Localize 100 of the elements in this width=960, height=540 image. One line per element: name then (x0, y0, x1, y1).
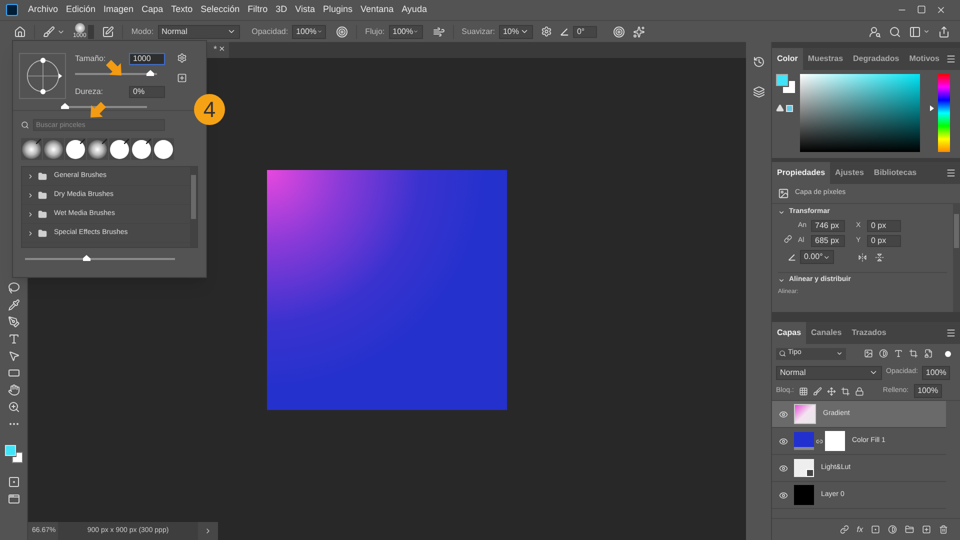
quick-mask-icon[interactable] (8, 476, 20, 488)
settings-icon[interactable] (177, 53, 187, 63)
pixel-filter-icon[interactable] (864, 349, 873, 358)
brush-panel-toggle[interactable] (88, 24, 94, 38)
expand-chevron-icon[interactable] (27, 192, 34, 198)
app-logo[interactable] (6, 4, 18, 16)
panel-tab[interactable]: Ajustes (830, 162, 869, 184)
settings-icon[interactable] (540, 26, 552, 37)
mode-dropdown[interactable]: Normal (158, 24, 240, 38)
link-layers-icon[interactable] (840, 525, 849, 534)
color-field[interactable] (800, 74, 920, 152)
panel-tab[interactable]: Canales (806, 322, 847, 344)
panel-tab[interactable]: Propiedades (772, 162, 830, 184)
panel-tab[interactable]: Color (772, 48, 803, 70)
lock-transparency-icon[interactable] (798, 386, 808, 396)
slider-thumb[interactable] (82, 255, 90, 261)
brush-preset[interactable] (43, 138, 64, 160)
link-icon[interactable] (784, 234, 792, 242)
new-preset-icon[interactable] (177, 73, 187, 83)
menu-item[interactable]: Plugins (319, 3, 357, 17)
menu-item[interactable]: Capa (138, 3, 168, 17)
maximize-icon[interactable] (917, 5, 926, 14)
history-icon[interactable] (752, 56, 764, 68)
foreground-color-swatch[interactable] (776, 74, 788, 86)
section-chevron-icon[interactable] (778, 277, 785, 284)
layers-icon[interactable] (752, 86, 764, 98)
menu-item[interactable]: Selección (196, 3, 244, 17)
eye-icon[interactable] (778, 436, 788, 446)
status-menu-icon[interactable] (204, 527, 212, 535)
scrollbar[interactable] (953, 204, 960, 312)
panel-tab[interactable]: Trazados (846, 322, 892, 344)
flow-dropdown[interactable]: 100% (388, 24, 423, 38)
panel-tab[interactable]: Degradados (848, 48, 904, 70)
brush-preset[interactable] (131, 138, 152, 160)
menu-item[interactable]: Imagen (100, 3, 138, 17)
new-group-icon[interactable] (905, 525, 914, 534)
tab-close-button[interactable]: × (217, 42, 229, 58)
angle-field[interactable]: 0° (572, 26, 597, 38)
eye-icon[interactable] (778, 490, 788, 500)
slider-thumb[interactable] (146, 70, 154, 76)
opacity-dropdown[interactable]: 100% (922, 366, 950, 380)
menu-item[interactable]: Ayuda (398, 3, 431, 17)
zoom-icon[interactable] (8, 401, 20, 413)
pipette-icon[interactable] (8, 299, 20, 311)
angle-dropdown[interactable]: 0.00° (800, 250, 834, 264)
menu-item[interactable]: Filtro (244, 3, 272, 17)
eye-icon[interactable] (778, 464, 788, 472)
expand-chevron-icon[interactable] (27, 172, 34, 180)
expand-chevron-icon[interactable] (27, 230, 34, 236)
menu-item[interactable]: Archivo (24, 3, 62, 17)
flip-vertical-icon[interactable] (875, 252, 884, 262)
new-layer-icon[interactable] (922, 525, 931, 534)
blend-mode-dropdown[interactable]: Normal (776, 366, 882, 380)
share-icon[interactable] (938, 26, 950, 38)
smoothing-dropdown[interactable]: 10% (498, 24, 533, 38)
layer-effects-button[interactable]: fx (856, 524, 863, 536)
menu-item[interactable]: Ventana (356, 3, 398, 17)
delete-icon[interactable] (939, 525, 948, 534)
size-field[interactable]: 1000 (129, 53, 165, 65)
rectangle-icon[interactable] (8, 367, 20, 379)
panel-menu-icon[interactable] (946, 168, 956, 178)
scrollbar[interactable] (190, 167, 197, 247)
brush-tip-preview[interactable] (19, 53, 66, 99)
brush-preset[interactable] (65, 138, 86, 160)
panel-tab[interactable]: Motivos (904, 48, 944, 70)
brush-preset[interactable] (153, 138, 174, 160)
lasso-icon[interactable] (8, 282, 20, 294)
smart-object-filter-icon[interactable] (924, 349, 933, 358)
screen-mode-icon[interactable] (8, 493, 20, 505)
opacity-dropdown[interactable]: 100% (292, 24, 326, 38)
shape-filter-icon[interactable] (909, 349, 918, 358)
adjustment-layer-icon[interactable] (888, 525, 897, 534)
dropdown-caret-icon[interactable] (923, 28, 930, 35)
adjustment-filter-icon[interactable] (879, 349, 888, 358)
hardness-field[interactable]: 0% (129, 86, 165, 98)
symmetry-icon[interactable] (632, 26, 645, 38)
menu-item[interactable]: 3D (272, 3, 292, 17)
brush-preview-icon[interactable] (74, 23, 85, 33)
value-field[interactable]: 685 px (811, 235, 845, 247)
home-icon[interactable] (14, 26, 26, 38)
brush-settings-icon[interactable] (102, 26, 114, 38)
add-mask-icon[interactable] (871, 525, 880, 534)
value-field[interactable]: 746 px (811, 220, 845, 232)
eye-icon[interactable] (778, 410, 788, 418)
value-field[interactable]: 0 px (867, 235, 901, 247)
expand-chevron-icon[interactable] (27, 210, 34, 218)
panel-menu-icon[interactable] (946, 54, 956, 64)
panel-tab[interactable]: Capas (772, 322, 806, 344)
pressure-size-icon[interactable] (612, 26, 625, 38)
lock-artboard-icon[interactable] (840, 386, 850, 396)
fill-dropdown[interactable]: 100% (914, 384, 942, 398)
type-filter-icon[interactable] (894, 349, 903, 358)
web-safe-swatch[interactable] (786, 104, 793, 112)
brush-preset[interactable] (109, 138, 130, 160)
airbrush-icon[interactable] (432, 26, 445, 38)
brush-preset[interactable] (21, 138, 42, 160)
panel-tab[interactable]: Muestras (802, 48, 848, 70)
lock-position-icon[interactable] (826, 386, 836, 396)
panel-tab[interactable]: Bibliotecas (868, 162, 922, 184)
brush-preset[interactable] (87, 138, 108, 160)
